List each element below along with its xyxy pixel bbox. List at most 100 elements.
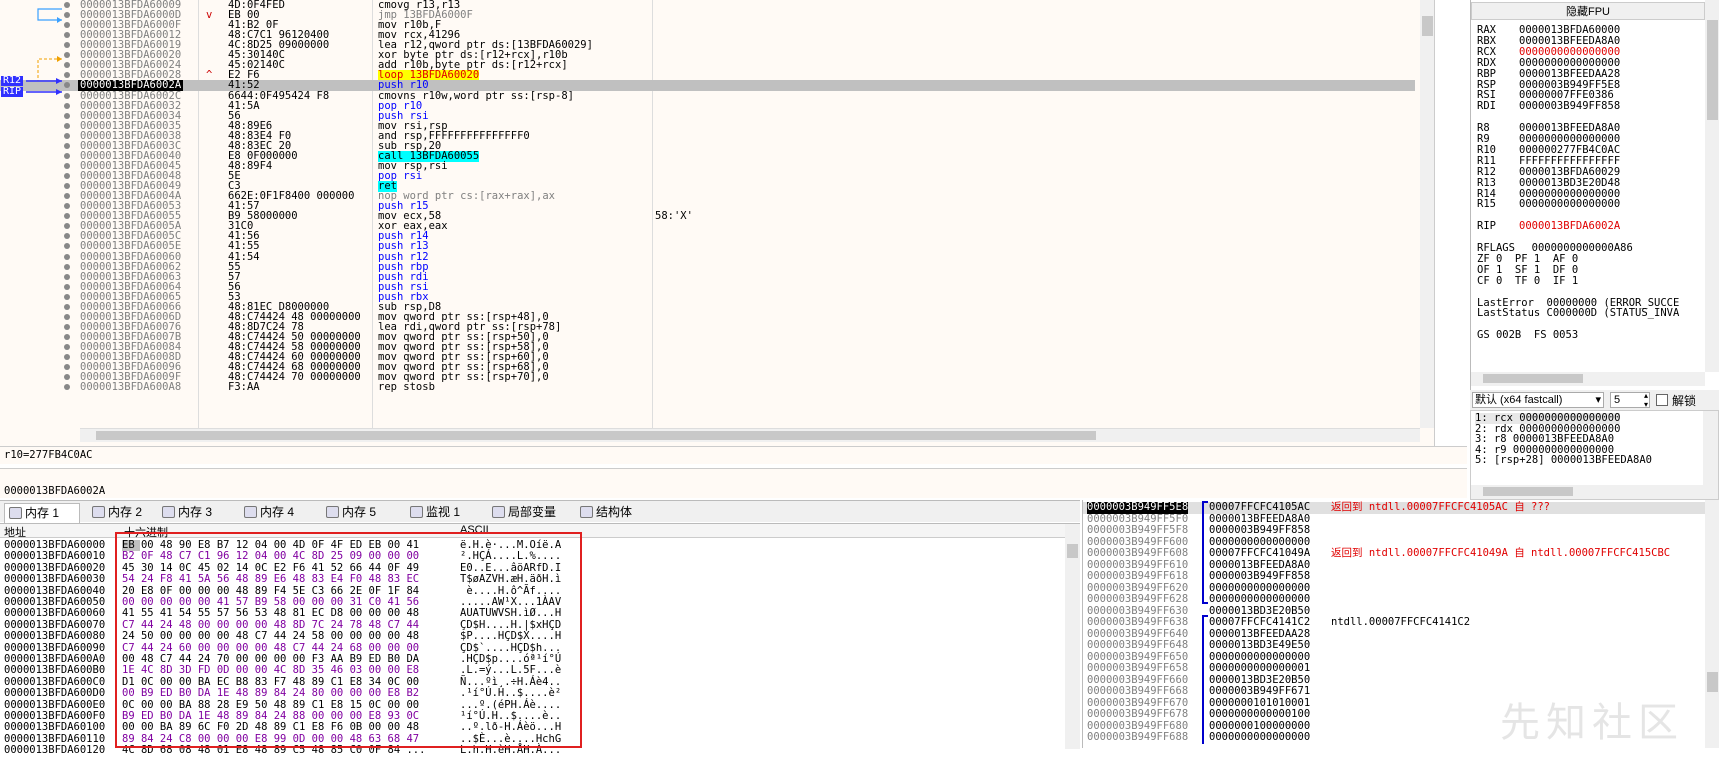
tab-icon <box>410 506 423 518</box>
breakpoint-dot[interactable] <box>64 173 70 180</box>
tab-4[interactable]: 内存 4 <box>240 503 316 523</box>
scroll-thumb[interactable] <box>96 431 1096 440</box>
tab-label: 内存 4 <box>260 505 295 519</box>
stack-value[interactable]: 00007FFCFC41049A <box>1209 547 1310 560</box>
register-value[interactable]: 0000003B949FF858 <box>1519 100 1620 112</box>
stack-value[interactable]: 0000000000000000 <box>1209 593 1310 606</box>
disassembly-pane[interactable]: 0000013BFDA60009 4D:0F4FED cmovg r13,r13 00… <box>0 0 1435 446</box>
stack-value[interactable]: 00007FFCFC4105AC <box>1209 501 1310 514</box>
stack-row[interactable]: 0000003B949FF658 0000000000000001 <box>1083 662 1705 675</box>
breakpoint-dot[interactable] <box>64 223 70 230</box>
disassembly-vertical-scrollbar[interactable] <box>1420 0 1434 428</box>
breakpoint-dot[interactable] <box>64 233 70 240</box>
breakpoint-dot[interactable] <box>64 293 70 300</box>
breakpoint-dot[interactable] <box>64 142 70 149</box>
stack-value[interactable]: 0000000000000000 <box>1209 731 1310 744</box>
stack-address: 0000003B949FF618 <box>1087 570 1189 582</box>
scroll-thumb[interactable] <box>1707 20 1718 120</box>
breakpoint-dot[interactable] <box>64 384 70 391</box>
registers-horizontal-scrollbar[interactable] <box>1471 372 1705 386</box>
breakpoint-dot[interactable] <box>64 162 70 169</box>
breakpoint-dot[interactable] <box>64 243 70 250</box>
tab-icon <box>492 506 505 518</box>
breakpoint-dot[interactable] <box>64 303 70 310</box>
stack-vertical-scrollbar[interactable] <box>1705 500 1719 748</box>
breakpoint-dot[interactable] <box>64 152 70 159</box>
breakpoint-dot[interactable] <box>64 364 70 371</box>
arguments-horizontal-scrollbar[interactable] <box>1471 485 1703 499</box>
breakpoint-dot[interactable] <box>64 374 70 381</box>
breakpoint-dot[interactable] <box>64 263 70 270</box>
breakpoint-dot[interactable] <box>64 354 70 361</box>
tab-label: 内存 1 <box>25 506 60 520</box>
unlock-checkbox[interactable] <box>1656 394 1668 406</box>
arguments-vertical-scrollbar[interactable] <box>1703 411 1718 499</box>
breakpoint-dot[interactable] <box>64 112 70 119</box>
tab-icon <box>244 506 257 518</box>
stack-row[interactable]: 0000003B949FF638 00007FFCFC4141C2 ntdll.00… <box>1083 616 1705 629</box>
disasm-row[interactable]: 0000013BFDA600A8 F3:AA rep stosb <box>0 382 1415 393</box>
registers-vertical-scrollbar[interactable] <box>1705 0 1719 372</box>
stack-value[interactable]: 0000000000000100 <box>1209 708 1310 721</box>
scroll-thumb[interactable] <box>1483 487 1573 496</box>
stack-row[interactable]: 0000003B949FF628 0000000000000000 <box>1083 593 1705 606</box>
tab-7[interactable]: 局部变量 <box>488 503 572 523</box>
stack-row[interactable]: 0000003B949FF5E8 00007FFCFC4105AC 返回到 ntdl… <box>1083 501 1705 514</box>
register-value[interactable]: C000000D (STATUS_INVA <box>1540 307 1680 319</box>
tab-5[interactable]: 内存 5 <box>322 503 398 523</box>
tab-1[interactable]: 内存 1 <box>4 503 80 523</box>
arguments-pane[interactable]: 1: rcx 0000000000000000 2: rdx 0000000000… <box>1470 410 1719 500</box>
argument-row: 5: [rsp+28] 0000013BFEEDA8A0 <box>1475 454 1653 466</box>
breakpoint-dot[interactable] <box>64 122 70 129</box>
scroll-thumb[interactable] <box>1422 16 1433 36</box>
arg-count-spinner[interactable]: 5 ▴ ▾ <box>1610 391 1650 409</box>
stack-value[interactable]: 0000013BD3E49E50 <box>1209 639 1310 652</box>
scroll-thumb[interactable] <box>1483 374 1583 383</box>
breakpoint-dot[interactable] <box>64 313 70 320</box>
stack-row[interactable]: 0000003B949FF5F8 0000003B949FF858 <box>1083 524 1705 537</box>
stack-frame-brackets <box>1202 501 1208 744</box>
tab-icon <box>162 506 175 518</box>
unlock-label: 解锁 <box>1672 394 1697 408</box>
register-value[interactable]: 0000000000000000 <box>1519 198 1620 210</box>
stack-row[interactable]: 0000003B949FF608 00007FFCFC41049A 返回到 ntdl… <box>1083 547 1705 560</box>
registers-pane[interactable]: 隐藏FPU RAX 0000013BFDA60000 RBX 0000013BFEED… <box>1470 0 1719 412</box>
disassembly-horizontal-scrollbar[interactable] <box>80 428 1420 442</box>
register-row[interactable]: GS 002B FS 0053 <box>1477 329 1578 341</box>
stack-value[interactable]: 0000003B949FF858 <box>1209 570 1310 583</box>
stack-row[interactable]: 0000003B949FF648 0000013BD3E49E50 <box>1083 639 1705 652</box>
stack-address: 0000003B949FF648 <box>1087 639 1189 651</box>
register-value[interactable]: 0000013BFDA6002A <box>1519 220 1620 232</box>
breakpoint-dot[interactable] <box>64 102 70 109</box>
stack-value[interactable]: 0000003B949FF671 <box>1209 685 1310 698</box>
breakpoint-dot[interactable] <box>64 203 70 210</box>
tab-6[interactable]: 监视 1 <box>406 503 482 523</box>
tab-8[interactable]: 结构体 <box>576 503 656 523</box>
info-line-2: 0000013BFDA6002A <box>0 468 1467 498</box>
stack-address: 0000003B949FF628 <box>1087 593 1189 605</box>
stack-value[interactable]: 0000000000000001 <box>1209 662 1310 675</box>
breakpoint-dot[interactable] <box>64 344 70 351</box>
breakpoint-dot[interactable] <box>64 333 70 340</box>
stack-value[interactable]: 0000003B949FF858 <box>1209 524 1310 537</box>
breakpoint-dot[interactable] <box>64 283 70 290</box>
stack-value[interactable]: 00007FFCFC4141C2 <box>1209 616 1310 629</box>
stack-comment: 返回到 ntdll.00007FFCFC4105AC 自 ??? <box>1331 501 1551 513</box>
breakpoint-dot[interactable] <box>64 273 70 280</box>
hide-fpu-button[interactable]: 隐藏FPU <box>1471 2 1705 20</box>
breakpoint-dot[interactable] <box>64 253 70 260</box>
stack-row[interactable]: 0000003B949FF618 0000003B949FF858 <box>1083 570 1705 583</box>
disasm-address: 0000013BFDA600A8 <box>80 381 182 394</box>
dump-vertical-scrollbar[interactable] <box>1065 524 1080 749</box>
breakpoint-dot[interactable] <box>64 132 70 139</box>
scroll-thumb[interactable] <box>1707 672 1718 692</box>
calling-convention-select[interactable]: 默认 (x64 fastcall) ▾ <box>1472 392 1604 408</box>
breakpoint-dot[interactable] <box>64 213 70 220</box>
memory-dump-pane[interactable]: 地址 十六进制 ASCII 0000013BFDA60000 EB 00 48 9… <box>0 523 1080 756</box>
tab-2[interactable]: 内存 2 <box>88 503 164 523</box>
breakpoint-dot[interactable] <box>64 323 70 330</box>
tab-3[interactable]: 内存 3 <box>158 503 234 523</box>
scroll-thumb[interactable] <box>1067 544 1078 558</box>
breakpoint-dot[interactable] <box>64 193 70 200</box>
breakpoint-dot[interactable] <box>64 183 70 190</box>
